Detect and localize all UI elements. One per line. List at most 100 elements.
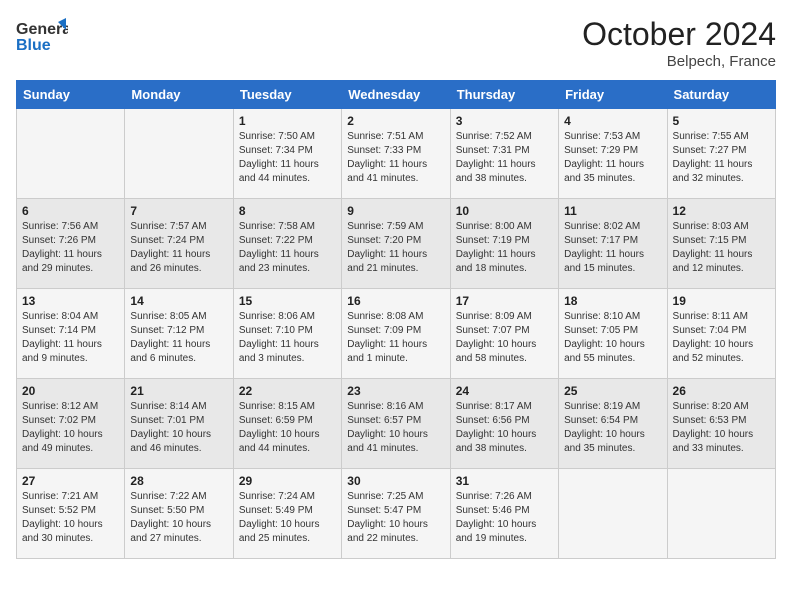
- day-number: 5: [673, 114, 770, 128]
- cell-info: Sunrise: 7:58 AMSunset: 7:22 PMDaylight:…: [239, 220, 336, 276]
- month-title: October 2024: [582, 16, 776, 53]
- col-header-sunday: Sunday: [17, 81, 125, 109]
- cell-info: Sunrise: 7:53 AMSunset: 7:29 PMDaylight:…: [564, 130, 661, 186]
- day-cell: 17Sunrise: 8:09 AMSunset: 7:07 PMDayligh…: [450, 289, 558, 379]
- day-cell: 1 Sunrise: 7:50 AMSunset: 7:34 PMDaylight…: [233, 109, 341, 199]
- cell-info: Sunrise: 7:52 AMSunset: 7:31 PMDaylight:…: [456, 130, 553, 186]
- day-number: 24: [456, 384, 553, 398]
- day-number: 28: [130, 474, 227, 488]
- cell-info: Sunrise: 8:10 AMSunset: 7:05 PMDaylight:…: [564, 310, 661, 366]
- week-row-5: 27 Sunrise: 7:21 AMSunset: 5:52 PMDayligh…: [17, 469, 776, 559]
- day-number: 22: [239, 384, 336, 398]
- day-cell: 3 Sunrise: 7:52 AMSunset: 7:31 PMDaylight…: [450, 109, 558, 199]
- day-number: 26: [673, 384, 770, 398]
- day-number: 27: [22, 474, 119, 488]
- cell-info: Sunrise: 7:21 AMSunset: 5:52 PMDaylight:…: [22, 490, 119, 546]
- week-row-2: 6 Sunrise: 7:56 AMSunset: 7:26 PMDaylight…: [17, 199, 776, 289]
- cell-info: Sunrise: 8:17 AMSunset: 6:56 PMDaylight:…: [456, 400, 553, 456]
- day-cell: 13 Sunrise: 8:04 AMSunset: 7:14 PMDayligh…: [17, 289, 125, 379]
- day-cell: 2Sunrise: 7:51 AMSunset: 7:33 PMDaylight…: [342, 109, 450, 199]
- day-cell: 22 Sunrise: 8:15 AMSunset: 6:59 PMDayligh…: [233, 379, 341, 469]
- day-cell: 30Sunrise: 7:25 AMSunset: 5:47 PMDayligh…: [342, 469, 450, 559]
- cell-info: Sunrise: 8:06 AMSunset: 7:10 PMDaylight:…: [239, 310, 336, 366]
- day-cell: 21 Sunrise: 8:14 AMSunset: 7:01 PMDayligh…: [125, 379, 233, 469]
- cell-info: Sunrise: 8:12 AMSunset: 7:02 PMDaylight:…: [22, 400, 119, 456]
- day-number: 31: [456, 474, 553, 488]
- location: Belpech, France: [582, 53, 776, 70]
- day-cell: 4 Sunrise: 7:53 AMSunset: 7:29 PMDaylight…: [559, 109, 667, 199]
- week-row-4: 20 Sunrise: 8:12 AMSunset: 7:02 PMDayligh…: [17, 379, 776, 469]
- cell-info: Sunrise: 8:14 AMSunset: 7:01 PMDaylight:…: [130, 400, 227, 456]
- day-number: 13: [22, 294, 119, 308]
- day-cell: [125, 109, 233, 199]
- day-number: 15: [239, 294, 336, 308]
- day-cell: 12 Sunrise: 8:03 AMSunset: 7:15 PMDayligh…: [667, 199, 775, 289]
- day-cell: 5 Sunrise: 7:55 AMSunset: 7:27 PMDaylight…: [667, 109, 775, 199]
- day-number: 21: [130, 384, 227, 398]
- col-header-wednesday: Wednesday: [342, 81, 450, 109]
- day-cell: 24 Sunrise: 8:17 AMSunset: 6:56 PMDayligh…: [450, 379, 558, 469]
- col-header-saturday: Saturday: [667, 81, 775, 109]
- day-number: 3: [456, 114, 553, 128]
- day-number: 25: [564, 384, 661, 398]
- cell-info: Sunrise: 8:02 AMSunset: 7:17 PMDaylight:…: [564, 220, 661, 276]
- col-header-friday: Friday: [559, 81, 667, 109]
- day-cell: 9 Sunrise: 7:59 AMSunset: 7:20 PMDaylight…: [342, 199, 450, 289]
- day-number: 1: [239, 114, 336, 128]
- col-header-thursday: Thursday: [450, 81, 558, 109]
- day-cell: 25 Sunrise: 8:19 AMSunset: 6:54 PMDayligh…: [559, 379, 667, 469]
- week-row-1: 1 Sunrise: 7:50 AMSunset: 7:34 PMDaylight…: [17, 109, 776, 199]
- cell-info: Sunrise: 8:04 AMSunset: 7:14 PMDaylight:…: [22, 310, 119, 366]
- cell-info: Sunrise: 8:08 AMSunset: 7:09 PMDaylight:…: [347, 310, 444, 366]
- day-number: 11: [564, 204, 661, 218]
- day-cell: 7 Sunrise: 7:57 AMSunset: 7:24 PMDaylight…: [125, 199, 233, 289]
- day-number: 4: [564, 114, 661, 128]
- day-number: 7: [130, 204, 227, 218]
- day-number: 6: [22, 204, 119, 218]
- cell-info: Sunrise: 8:16 AMSunset: 6:57 PMDaylight:…: [347, 400, 444, 456]
- cell-info: Sunrise: 8:19 AMSunset: 6:54 PMDaylight:…: [564, 400, 661, 456]
- day-cell: 11 Sunrise: 8:02 AMSunset: 7:17 PMDayligh…: [559, 199, 667, 289]
- logo: General Blue: [16, 16, 68, 61]
- day-cell: 14Sunrise: 8:05 AMSunset: 7:12 PMDayligh…: [125, 289, 233, 379]
- cell-info: Sunrise: 8:05 AMSunset: 7:12 PMDaylight:…: [130, 310, 227, 366]
- logo-icon: General Blue: [16, 16, 68, 56]
- cell-info: Sunrise: 8:09 AMSunset: 7:07 PMDaylight:…: [456, 310, 553, 366]
- col-header-tuesday: Tuesday: [233, 81, 341, 109]
- day-cell: 19 Sunrise: 8:11 AMSunset: 7:04 PMDayligh…: [667, 289, 775, 379]
- day-number: 10: [456, 204, 553, 218]
- day-cell: 29Sunrise: 7:24 AMSunset: 5:49 PMDayligh…: [233, 469, 341, 559]
- day-number: 19: [673, 294, 770, 308]
- svg-text:Blue: Blue: [16, 37, 51, 54]
- cell-info: Sunrise: 7:26 AMSunset: 5:46 PMDaylight:…: [456, 490, 553, 546]
- cell-info: Sunrise: 7:56 AMSunset: 7:26 PMDaylight:…: [22, 220, 119, 276]
- day-number: 23: [347, 384, 444, 398]
- day-number: 30: [347, 474, 444, 488]
- day-cell: 8Sunrise: 7:58 AMSunset: 7:22 PMDaylight…: [233, 199, 341, 289]
- cell-info: Sunrise: 8:11 AMSunset: 7:04 PMDaylight:…: [673, 310, 770, 366]
- header-row: SundayMondayTuesdayWednesdayThursdayFrid…: [17, 81, 776, 109]
- day-number: 12: [673, 204, 770, 218]
- cell-info: Sunrise: 7:55 AMSunset: 7:27 PMDaylight:…: [673, 130, 770, 186]
- day-number: 9: [347, 204, 444, 218]
- cell-info: Sunrise: 8:00 AMSunset: 7:19 PMDaylight:…: [456, 220, 553, 276]
- page-header: General Blue October 2024 Belpech, Franc…: [16, 16, 776, 70]
- logo-block: General Blue: [16, 16, 68, 61]
- day-cell: 16 Sunrise: 8:08 AMSunset: 7:09 PMDayligh…: [342, 289, 450, 379]
- cell-info: Sunrise: 8:03 AMSunset: 7:15 PMDaylight:…: [673, 220, 770, 276]
- day-number: 18: [564, 294, 661, 308]
- day-cell: 10 Sunrise: 8:00 AMSunset: 7:19 PMDayligh…: [450, 199, 558, 289]
- col-header-monday: Monday: [125, 81, 233, 109]
- day-number: 20: [22, 384, 119, 398]
- cell-info: Sunrise: 7:22 AMSunset: 5:50 PMDaylight:…: [130, 490, 227, 546]
- week-row-3: 13 Sunrise: 8:04 AMSunset: 7:14 PMDayligh…: [17, 289, 776, 379]
- cell-info: Sunrise: 7:59 AMSunset: 7:20 PMDaylight:…: [347, 220, 444, 276]
- cell-info: Sunrise: 7:57 AMSunset: 7:24 PMDaylight:…: [130, 220, 227, 276]
- day-number: 16: [347, 294, 444, 308]
- cell-info: Sunrise: 8:15 AMSunset: 6:59 PMDaylight:…: [239, 400, 336, 456]
- cell-info: Sunrise: 7:50 AMSunset: 7:34 PMDaylight:…: [239, 130, 336, 186]
- cell-info: Sunrise: 7:51 AMSunset: 7:33 PMDaylight:…: [347, 130, 444, 186]
- day-cell: 27 Sunrise: 7:21 AMSunset: 5:52 PMDayligh…: [17, 469, 125, 559]
- day-cell: [667, 469, 775, 559]
- day-cell: 18 Sunrise: 8:10 AMSunset: 7:05 PMDayligh…: [559, 289, 667, 379]
